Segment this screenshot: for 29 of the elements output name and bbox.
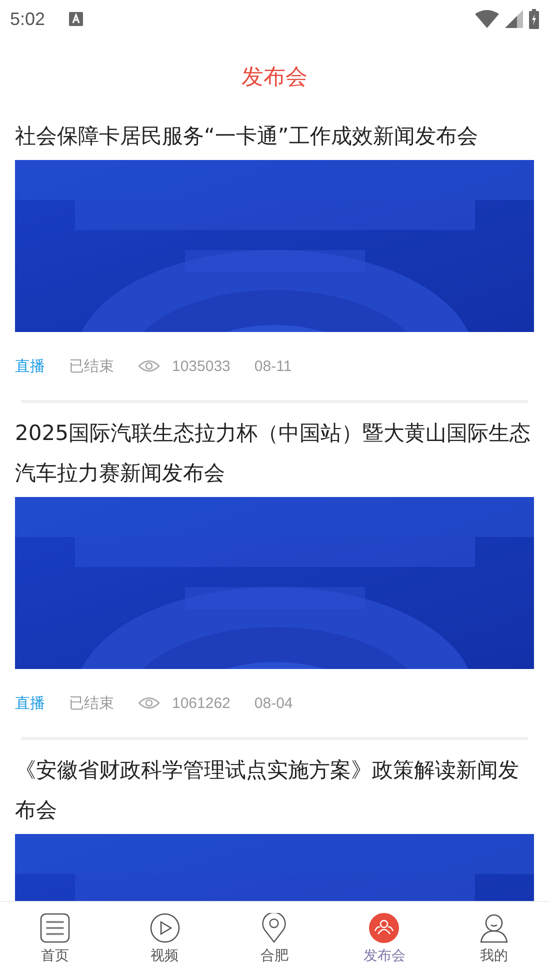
battery-icon [529,9,539,29]
view-count: 1061262 [172,694,230,712]
publish-date: 08-04 [254,694,293,712]
tab-button[interactable]: 发布会 [329,902,440,976]
status-time: 5:02 [10,8,46,30]
view-count: 1035033 [172,358,230,374]
article-title[interactable]: 社会保障卡居民服务“一卡通”工作成效新闻发布会 [15,116,534,160]
publish-date: 08-11 [254,358,292,374]
article-title[interactable]: 《安徽省财政科学管理试点实施方案》政策解读新闻发布会 [15,750,534,834]
live-label: 直播 [15,356,45,376]
signal-icon [505,10,523,28]
keyboard-notification-icon [69,12,84,26]
tab-button[interactable]: 首页 [0,902,110,976]
page-title: 发布会 [242,64,308,92]
tab-button[interactable]: 合肥 [220,902,330,976]
eye-icon [138,359,160,373]
list-icon [40,913,70,943]
location-pin-icon [260,913,288,943]
play-icon [150,913,180,943]
tab-button[interactable]: 我的 [439,902,549,976]
live-label: 直播 [15,694,45,712]
status-label: 已结束 [69,356,114,376]
person-icon [479,913,510,943]
article-title[interactable]: 2025国际汽联生态拉力杯（中国站）暨大黄山国际生态汽车拉力赛新闻发布会 [15,413,534,497]
people-icon [369,913,400,943]
eye-icon [138,696,160,710]
status-label: 已结束 [69,694,114,712]
wifi-icon [475,10,499,28]
tab-button[interactable]: 视频 [110,902,220,976]
